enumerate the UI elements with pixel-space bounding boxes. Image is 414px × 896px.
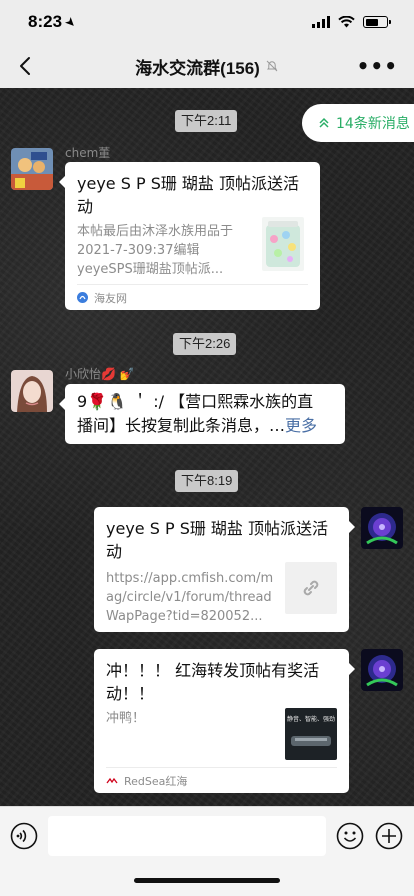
more-link[interactable]: 更多	[285, 416, 317, 435]
voice-icon[interactable]	[10, 822, 38, 850]
home-indicator[interactable]	[134, 878, 280, 883]
sender-name: 小欣怡💋 💅	[65, 367, 135, 381]
link-thumbnail	[285, 562, 337, 614]
timestamp: 下午2:11	[175, 110, 238, 132]
thumbnail-caption: 静音、智能、强劲	[286, 716, 335, 723]
wifi-icon	[338, 16, 355, 28]
message-text-cont: 播间】长按复制此条消息，…更多	[77, 414, 333, 438]
status-time: 8:23 ➤	[28, 12, 78, 31]
battery-icon	[363, 16, 391, 28]
back-icon[interactable]	[14, 54, 38, 78]
card-title: 冲！！！ 红海转发顶帖有奖活动！！	[106, 661, 320, 703]
message-text: 9🌹🐧 ＇ :/ 【营口熙霖水族的直	[77, 392, 314, 411]
message-input[interactable]	[48, 816, 326, 856]
timestamp: 下午2:26	[173, 333, 237, 355]
link-card[interactable]: yeye S P S珊 瑚盐 顶帖派送活动 本帖最后由沐泽水族用品于2021-7…	[59, 162, 320, 310]
card-title: yeye S P S珊 瑚盐 顶帖派送活动	[106, 519, 329, 561]
link-card[interactable]: yeye S P S珊 瑚盐 顶帖派送活动 https://app.cmfish…	[94, 507, 355, 632]
status-bar: 8:23 ➤	[0, 0, 414, 44]
self-avatar[interactable]	[361, 649, 403, 691]
mute-icon	[266, 60, 278, 72]
plus-icon[interactable]	[375, 822, 403, 850]
new-messages-button[interactable]: 14条新消息	[302, 104, 414, 142]
card-description: https://app.cmfish.com/mag/circle/v1/for…	[106, 571, 274, 624]
location-icon: ➤	[62, 14, 78, 30]
product-thumbnail: 静音、智能、强劲	[285, 708, 337, 760]
timestamp: 下午8:19	[175, 470, 239, 492]
double-chevron-up-icon	[319, 117, 329, 128]
card-source: 海友网	[77, 284, 308, 310]
source-name: RedSea红海	[124, 774, 188, 788]
new-messages-label: 14条新消息	[336, 116, 410, 132]
nav-bar: 海水交流群(156) •••	[0, 44, 414, 88]
product-thumbnail	[262, 217, 304, 271]
text-bubble[interactable]: 9🌹🐧 ＇ :/ 【营口熙霖水族的直 播间】长按复制此条消息，…更多	[59, 384, 345, 444]
source-logo-icon	[77, 292, 88, 303]
more-icon[interactable]: •••	[357, 56, 398, 76]
emoji-icon[interactable]	[336, 822, 364, 850]
card-description: 本帖最后由沐泽水族用品于2021-7-309:37编辑yeyeSPS珊瑚盐顶帖派…	[77, 224, 234, 277]
avatar[interactable]	[11, 148, 53, 190]
self-avatar[interactable]	[361, 507, 403, 549]
card-source: RedSea红海	[106, 767, 337, 793]
chat-title: 海水交流群(156)	[135, 58, 260, 78]
card-title: yeye S P S珊 瑚盐 顶帖派送活动	[77, 174, 300, 216]
signal-icon	[312, 16, 330, 28]
message-text-line2: 播间】长按复制此条消息，…	[77, 416, 286, 435]
link-card[interactable]: 冲！！！ 红海转发顶帖有奖活动！！ 冲鸭！ 静音、智能、强劲 RedSea红海	[94, 649, 355, 793]
sender-name: chem董	[65, 146, 111, 160]
avatar[interactable]	[11, 370, 53, 412]
chat-area[interactable]: 下午2:11 14条新消息 chem董 yeye S P S珊 瑚盐 顶帖派送活…	[0, 88, 414, 806]
source-name: 海友网	[94, 291, 127, 305]
redsea-logo-icon	[106, 776, 118, 785]
link-icon	[303, 580, 319, 596]
